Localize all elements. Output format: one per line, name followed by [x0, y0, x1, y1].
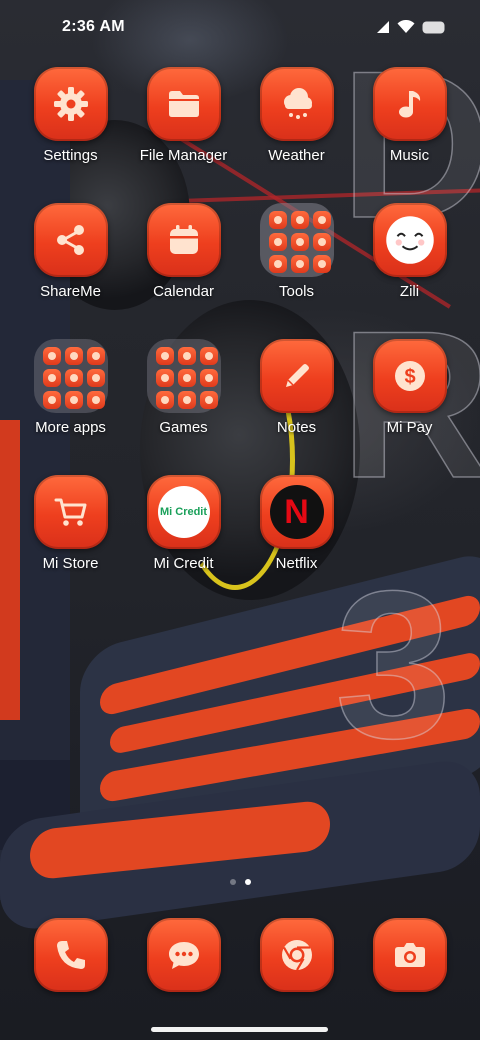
app-music[interactable]: Music	[353, 67, 466, 195]
app-weather[interactable]: Weather	[240, 67, 353, 195]
app-settings[interactable]: Settings	[14, 67, 127, 195]
app-icon-tile	[33, 475, 108, 549]
shopping-cart-icon	[54, 498, 86, 526]
app-label: File Manager	[139, 147, 228, 164]
app-icon-tile	[146, 203, 221, 277]
app-label: Zili	[399, 283, 420, 300]
dock-browser[interactable]	[240, 918, 353, 998]
app-mi-credit[interactable]: Mi Credit Mi Credit	[127, 475, 240, 603]
app-label: Games	[159, 419, 208, 436]
message-bubble-icon	[168, 942, 199, 969]
app-label: Weather	[268, 147, 325, 164]
app-zili[interactable]: Zili	[353, 203, 466, 331]
folder-games-icon	[146, 339, 221, 413]
app-mi-pay[interactable]: $ Mi Pay	[353, 339, 466, 467]
mi-credit-logo-icon: Mi Credit	[157, 486, 210, 538]
app-label: More apps	[35, 419, 106, 436]
app-icon-tile	[259, 918, 334, 992]
app-folder-tools[interactable]: Tools	[240, 203, 353, 331]
app-icon-tile	[33, 918, 108, 992]
app-label: Notes	[276, 419, 317, 436]
app-icon-tile: N	[259, 475, 334, 549]
dock-camera[interactable]	[353, 918, 466, 998]
app-shareme[interactable]: ShareMe	[14, 203, 127, 331]
app-mi-store[interactable]: Mi Store	[14, 475, 127, 603]
calendar-icon	[169, 225, 198, 254]
folder-tools-icon	[259, 203, 334, 277]
app-folder-more-apps[interactable]: More apps	[14, 339, 127, 467]
app-folder-games[interactable]: Games	[127, 339, 240, 467]
app-icon-tile	[33, 67, 108, 141]
app-calendar[interactable]: Calendar	[127, 203, 240, 331]
page-indicator[interactable]	[0, 879, 480, 885]
app-icon-tile	[146, 67, 221, 141]
app-icon-tile	[372, 67, 447, 141]
music-note-icon	[398, 91, 420, 118]
app-icon-tile: Mi Credit	[146, 475, 221, 549]
dock-messages[interactable]	[127, 918, 240, 998]
mi-credit-logo-text: Mi Credit	[159, 505, 208, 518]
dock-phone[interactable]	[14, 918, 127, 998]
gear-icon	[53, 87, 88, 121]
page-dot-2[interactable]	[244, 879, 251, 885]
cloud-rain-icon	[283, 88, 312, 119]
camera-icon	[394, 943, 425, 967]
app-label: Netflix	[275, 555, 318, 572]
svg-text:$: $	[404, 366, 415, 388]
chrome-icon	[281, 940, 312, 971]
folder-icon	[168, 91, 199, 117]
phone-icon	[56, 941, 85, 969]
app-notes[interactable]: Notes	[240, 339, 353, 467]
app-icon-tile	[146, 918, 221, 992]
app-label: Mi Pay	[386, 419, 433, 436]
app-icon-tile	[372, 203, 447, 277]
app-label: Settings	[43, 147, 98, 164]
app-label: Mi Credit	[153, 555, 214, 572]
app-icon-tile	[259, 67, 334, 141]
app-netflix[interactable]: N Netflix	[240, 475, 353, 603]
app-label: Mi Store	[42, 555, 99, 572]
app-icon-tile: $	[372, 339, 447, 413]
home-app-grid: Settings File Manager Weather Music Shar…	[0, 0, 480, 600]
page-dot-1[interactable]	[229, 879, 236, 885]
app-label: ShareMe	[40, 283, 101, 300]
app-label: Tools	[278, 283, 315, 300]
share-icon	[56, 225, 84, 255]
smiley-face-icon	[385, 216, 434, 264]
app-icon-tile	[33, 203, 108, 277]
pencil-icon	[285, 364, 309, 387]
netflix-logo-icon: N	[269, 485, 324, 539]
dollar-coin-icon: $	[394, 361, 425, 391]
gesture-navigation-handle[interactable]	[151, 1027, 328, 1032]
app-label: Calendar	[153, 283, 214, 300]
app-label: Music	[389, 147, 430, 164]
app-icon-tile	[259, 339, 334, 413]
app-file-manager[interactable]: File Manager	[127, 67, 240, 195]
app-icon-tile	[372, 918, 447, 992]
netflix-logo-text: N	[284, 492, 309, 531]
folder-more-apps-icon	[33, 339, 108, 413]
